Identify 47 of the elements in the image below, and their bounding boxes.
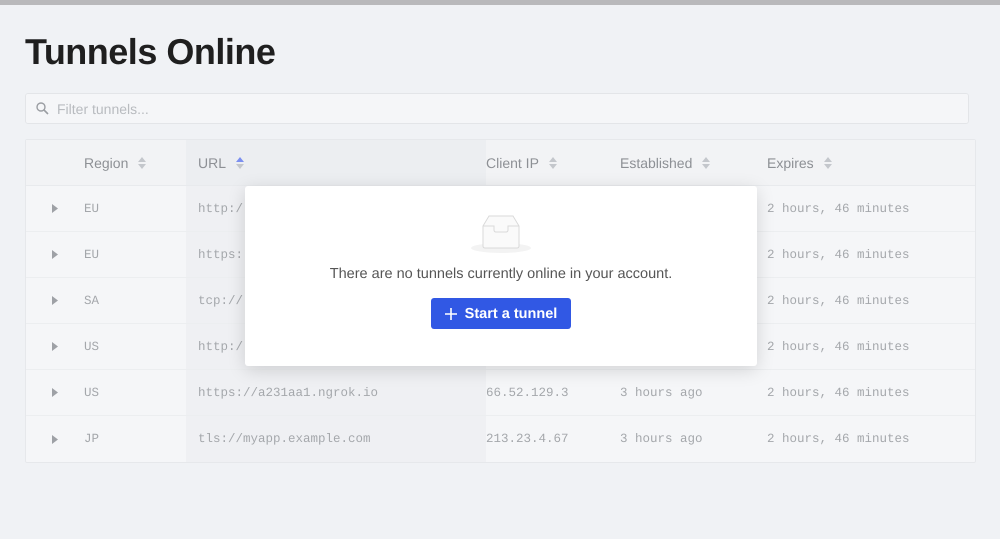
table-cell: tcp:// (198, 294, 244, 308)
expand-icon[interactable] (51, 342, 59, 351)
table-cell: EU (84, 248, 100, 262)
sort-icon[interactable] (236, 156, 244, 170)
table-cell: 2 hours, 46 minutes (767, 202, 910, 216)
table-cell: http:/ (198, 202, 244, 216)
column-label: Client IP (486, 154, 539, 170)
table-cell: tls://myapp.example.com (198, 432, 371, 446)
sort-icon[interactable] (824, 156, 832, 170)
sort-icon[interactable] (702, 156, 710, 170)
filter-field[interactable]: Filter tunnels... (55, 100, 958, 118)
table-cell: 2 hours, 46 minutes (767, 294, 910, 308)
table-cell: 2 hours, 46 minutes (767, 248, 910, 262)
empty-message: There are no tunnels currently online in your account. (330, 266, 672, 282)
table-cell: https: (198, 248, 244, 262)
column-header[interactable]: URL (186, 140, 486, 186)
table-cell: https://a231aa1.ngrok.io (198, 386, 378, 400)
expand-icon[interactable] (51, 434, 59, 444)
column-label: Region (84, 154, 128, 170)
expand-icon[interactable] (51, 204, 59, 213)
column-label: Established (620, 154, 692, 170)
column-label: Expires (767, 154, 814, 170)
table-cell: EU (84, 202, 100, 216)
table-cell: 213.23.4.67 (486, 432, 569, 446)
table-cell: 2 hours, 46 minutes (767, 386, 910, 400)
table-cell: JP (84, 432, 100, 446)
sort-icon[interactable] (138, 156, 146, 170)
table-cell: http:/ (198, 340, 244, 354)
table-cell: 66.52.129.3 (486, 386, 569, 400)
sort-icon[interactable] (548, 156, 557, 170)
plus-icon (444, 308, 457, 320)
column-header[interactable]: Expires (767, 140, 975, 186)
table-cell: 2 hours, 46 minutes (767, 432, 910, 446)
start-tunnel-button[interactable]: Start a tunnel (430, 298, 572, 329)
expand-icon[interactable] (51, 388, 59, 397)
table-cell: 3 hours ago (620, 386, 703, 400)
expand-icon[interactable] (51, 250, 59, 259)
expand-icon[interactable] (51, 296, 59, 305)
table-cell: US (84, 386, 100, 400)
search-icon (36, 102, 49, 115)
search-bar[interactable]: Filter tunnels... (25, 93, 969, 124)
page-title: Tunnels Online (25, 31, 276, 73)
table-cell: SA (84, 294, 100, 308)
table-cell: 3 hours ago (620, 432, 703, 446)
table-cell: US (84, 340, 100, 354)
column-label: URL (198, 154, 226, 170)
table-cell: 2 hours, 46 minutes (767, 340, 910, 354)
